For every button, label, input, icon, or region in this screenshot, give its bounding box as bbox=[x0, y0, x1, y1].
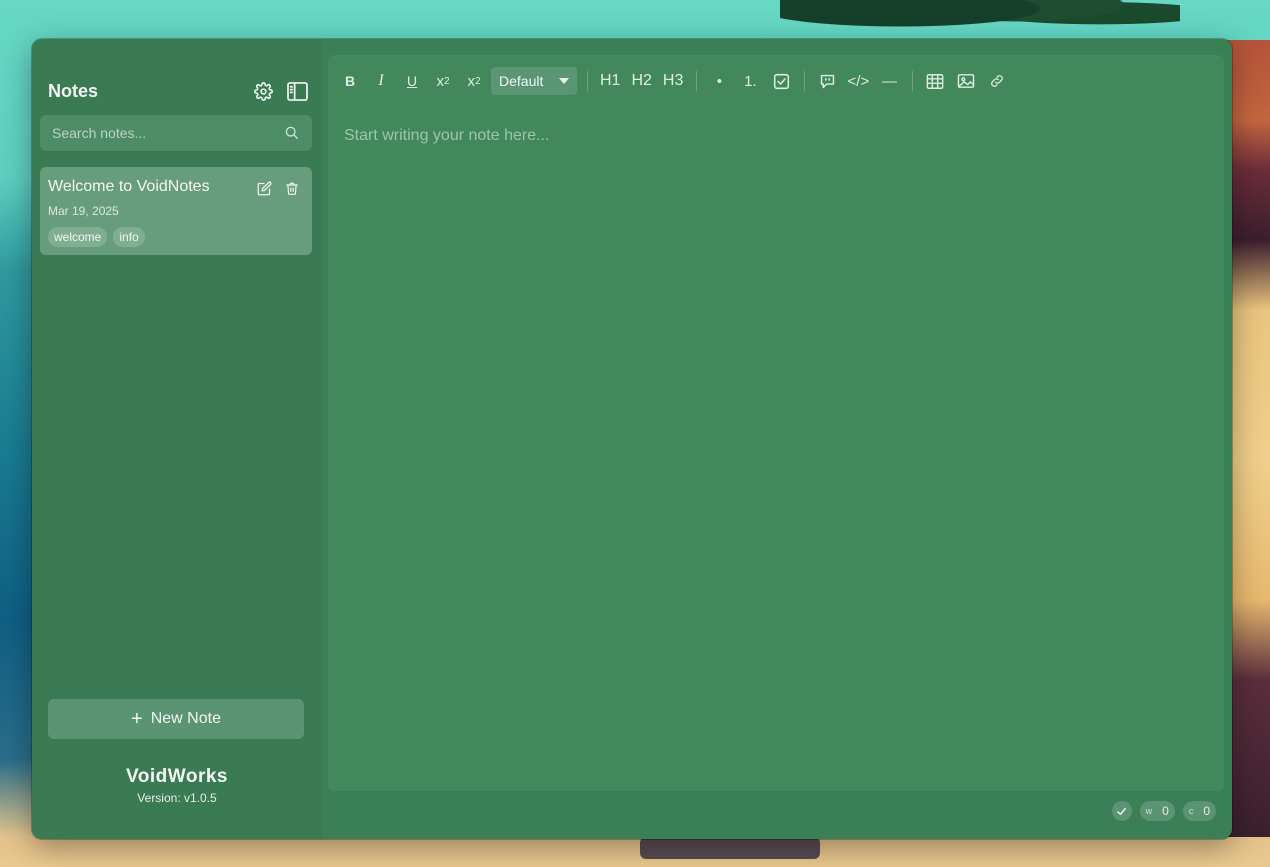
tag-info[interactable]: info bbox=[113, 227, 145, 247]
font-select-value: Default bbox=[499, 73, 544, 89]
status-bar: w 0 c 0 bbox=[1111, 801, 1216, 821]
sidebar: Notes Search notes... Welcome to VoidNot… bbox=[32, 39, 322, 839]
brand-footer: VoidWorks Version: v1.0.5 bbox=[32, 766, 322, 805]
saved-status-badge bbox=[1111, 801, 1132, 821]
bold-button[interactable]: B bbox=[336, 67, 364, 95]
subscript-base: x bbox=[467, 72, 475, 90]
sidebar-header: Notes bbox=[48, 79, 310, 103]
gear-icon bbox=[253, 81, 273, 101]
note-title: Welcome to VoidNotes bbox=[48, 178, 210, 195]
heading3-button[interactable]: H3 bbox=[659, 67, 687, 95]
word-count-value: 0 bbox=[1162, 804, 1169, 818]
quote-button[interactable] bbox=[813, 67, 841, 95]
superscript-base: x bbox=[436, 72, 444, 90]
new-note-label: New Note bbox=[150, 710, 221, 727]
wallpaper-trees bbox=[780, 0, 1180, 44]
note-date: Mar 19, 2025 bbox=[48, 204, 119, 218]
char-count-value: 0 bbox=[1203, 804, 1210, 818]
checkbox-icon bbox=[773, 73, 789, 89]
app-window: Notes Search notes... Welcome to VoidNot… bbox=[32, 39, 1232, 839]
delete-note-button[interactable] bbox=[282, 178, 302, 198]
note-editor[interactable] bbox=[344, 127, 1208, 767]
settings-button[interactable] bbox=[250, 78, 276, 104]
char-count-badge: c 0 bbox=[1182, 801, 1216, 821]
toolbar-divider bbox=[912, 71, 914, 91]
subscript-mark: 2 bbox=[474, 75, 481, 87]
horizontal-rule-button[interactable]: — bbox=[875, 67, 903, 95]
tag-welcome[interactable]: welcome bbox=[48, 227, 108, 247]
table-icon bbox=[926, 73, 944, 89]
table-button[interactable] bbox=[921, 67, 949, 95]
sidebar-panel-icon bbox=[286, 81, 308, 101]
note-tags: welcome info bbox=[48, 227, 145, 247]
chevron-down-icon bbox=[559, 78, 569, 84]
font-select[interactable]: Default bbox=[491, 67, 577, 95]
subscript-button[interactable]: x2 bbox=[460, 67, 488, 95]
plus-icon: + bbox=[131, 708, 143, 730]
search-icon[interactable] bbox=[284, 125, 300, 141]
app-version: Version: v1.0.5 bbox=[137, 791, 217, 805]
image-button[interactable] bbox=[952, 67, 980, 95]
note-actions bbox=[254, 178, 302, 198]
format-toolbar: B I U x2 x2 Default H1 H2 H3 • 1. </> — bbox=[336, 65, 1014, 97]
toolbar-divider bbox=[696, 71, 698, 91]
char-count-label: c bbox=[1188, 806, 1194, 816]
check-icon bbox=[1117, 807, 1127, 815]
superscript-mark: 2 bbox=[443, 75, 450, 87]
word-count-badge: w 0 bbox=[1139, 801, 1175, 821]
toolbar-divider bbox=[587, 71, 588, 91]
heading2-button[interactable]: H2 bbox=[627, 67, 655, 95]
link-icon bbox=[991, 75, 1004, 87]
toggle-sidebar-button[interactable] bbox=[284, 78, 310, 104]
bullet-list-button[interactable]: • bbox=[705, 67, 733, 95]
wallpaper-sand bbox=[0, 837, 1270, 867]
editor-panel: B I U x2 x2 Default H1 H2 H3 • 1. </> — … bbox=[328, 55, 1224, 791]
edit-note-button[interactable] bbox=[254, 178, 274, 198]
code-button[interactable]: </> bbox=[844, 67, 872, 95]
wallpaper-rock bbox=[640, 837, 820, 859]
note-list-item[interactable]: Welcome to VoidNotes Mar 19, 2025 welcom… bbox=[40, 167, 312, 255]
sidebar-title: Notes bbox=[48, 80, 99, 101]
italic-button[interactable]: I bbox=[367, 67, 395, 95]
search-input[interactable] bbox=[40, 115, 284, 151]
word-count-label: w bbox=[1145, 806, 1153, 816]
search-box bbox=[40, 115, 312, 151]
toolbar-divider bbox=[804, 71, 806, 91]
ordered-list-button[interactable]: 1. bbox=[736, 67, 764, 95]
new-note-button[interactable]: + New Note bbox=[48, 699, 304, 739]
image-icon bbox=[958, 74, 975, 88]
quote-icon bbox=[820, 74, 835, 88]
edit-icon bbox=[257, 181, 271, 195]
link-button[interactable] bbox=[983, 67, 1011, 95]
underline-button[interactable]: U bbox=[398, 67, 426, 95]
brand-name: VoidWorks bbox=[126, 766, 228, 787]
heading1-button[interactable]: H1 bbox=[596, 67, 624, 95]
checklist-button[interactable] bbox=[767, 67, 795, 95]
superscript-button[interactable]: x2 bbox=[429, 67, 457, 95]
trash-icon bbox=[286, 182, 298, 195]
